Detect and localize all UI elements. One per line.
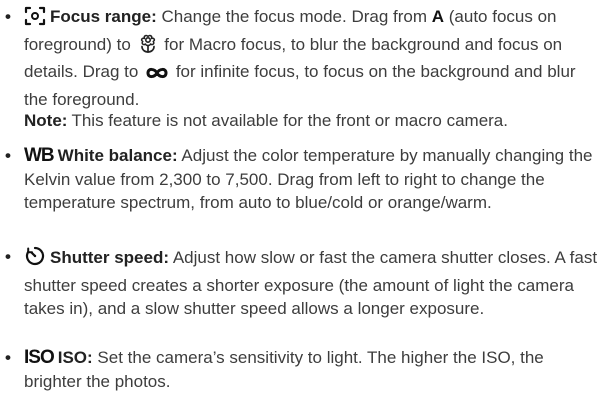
focus-range-text-1: Change the focus mode. Drag from	[161, 7, 428, 26]
list-item-white-balance: • WB White balance: Adjust the color temp…	[0, 144, 606, 215]
term-white-balance: White balance:	[57, 146, 178, 165]
list-item-focus-range: • Focus range: Change the focus mode. Dr…	[0, 5, 606, 111]
focus-auto-label: A	[431, 7, 445, 26]
flower-macro-icon	[138, 34, 158, 61]
infinity-icon	[145, 64, 169, 88]
term-shutter-speed: Shutter speed:	[50, 248, 170, 267]
list-item-iso: • ISO ISO: Set the camera’s sensitivity t…	[0, 346, 606, 393]
iso-icon: ISO	[24, 347, 55, 368]
bullet: •	[5, 348, 11, 367]
white-balance-icon: WB	[24, 145, 55, 166]
bullet: •	[5, 7, 11, 26]
note-label: Note:	[24, 111, 68, 130]
bullet: •	[5, 146, 11, 165]
focus-range-icon	[24, 6, 46, 33]
iso-text: Set the camera’s sensitivity to light. T…	[24, 348, 544, 391]
note-text: This feature is not available for the fr…	[71, 111, 508, 130]
term-focus-range: Focus range:	[50, 7, 157, 26]
shutter-speed-icon	[24, 245, 46, 274]
note-paragraph: Note: This feature is not available for t…	[0, 109, 606, 133]
list-item-shutter-speed: • Shutter speed: Adjust how slow or fast…	[0, 245, 606, 321]
bullet: •	[5, 247, 11, 266]
term-iso: ISO:	[57, 348, 93, 367]
